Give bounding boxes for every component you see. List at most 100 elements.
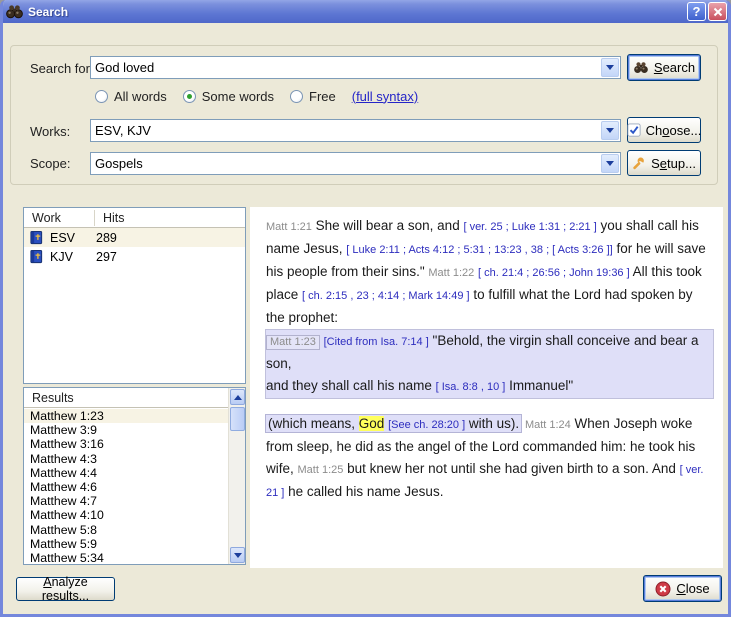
radio-icon: [183, 90, 196, 103]
search-button-label: Search: [654, 60, 695, 75]
list-item[interactable]: Matthew 4:4: [24, 466, 228, 480]
results-header-label: Results: [24, 391, 74, 405]
work-cell: KJV: [50, 250, 95, 264]
list-item[interactable]: Matthew 1:23: [24, 409, 228, 423]
cross-reference[interactable]: [ ch. 2:15 , 23 ; 4:14 ; Mark 14:49 ]: [302, 290, 470, 302]
verse-number: Matt 1:22: [428, 267, 474, 279]
search-input-value: God loved: [91, 60, 601, 75]
choose-button-label: Choose...: [646, 123, 702, 138]
close-icon: [713, 7, 723, 17]
book-icon: [29, 249, 44, 264]
verse-number: Matt 1:21: [266, 221, 312, 233]
verse-text: (which means,: [268, 416, 359, 431]
window-close-button[interactable]: [708, 2, 727, 21]
verse-text: She will bear a son, and: [312, 218, 464, 233]
list-item[interactable]: Matthew 4:3: [24, 452, 228, 466]
chevron-down-icon: [234, 553, 242, 558]
book-icon: [29, 230, 44, 245]
table-row[interactable]: KJV297: [24, 247, 245, 266]
hits-table-header[interactable]: Work Hits: [24, 208, 245, 228]
titlebar[interactable]: Search ?: [0, 0, 731, 23]
cross-reference[interactable]: [See ch. 28:20 ]: [388, 419, 465, 431]
chevron-down-icon: [606, 128, 614, 133]
list-item[interactable]: Matthew 5:34: [24, 551, 228, 564]
search-for-label: Search for:: [30, 61, 94, 76]
verse-text: he called his name Jesus.: [284, 484, 443, 499]
column-header-hits[interactable]: Hits: [95, 211, 125, 225]
cross-reference[interactable]: [ ver. 25 ; Luke 1:31 ; 2:21 ]: [463, 221, 596, 233]
binoculars-icon: [633, 61, 649, 74]
binoculars-icon: [6, 4, 23, 19]
radio-label: All words: [114, 89, 167, 104]
text-panel[interactable]: Matt 1:21 She will bear a son, and [ ver…: [250, 207, 723, 568]
verse-number: Matt 1:24: [525, 419, 571, 431]
analyze-results-button[interactable]: Analyze results...: [16, 577, 115, 601]
hits-table: Work Hits ESV289 KJV297: [23, 207, 246, 384]
results-scrollbar[interactable]: [228, 388, 245, 564]
chevron-up-icon: [234, 395, 242, 400]
wrench-icon: [632, 156, 646, 170]
search-button[interactable]: Search: [627, 54, 701, 81]
help-icon: ?: [693, 4, 701, 19]
scope-select[interactable]: Gospels: [90, 152, 621, 175]
radio-icon: [95, 90, 108, 103]
list-item[interactable]: Matthew 4:10: [24, 508, 228, 522]
hits-cell: 297: [95, 250, 117, 264]
radio-label: Free: [309, 89, 336, 104]
radio-free[interactable]: Free: [290, 89, 336, 104]
verse-text: Immanuel": [505, 378, 573, 393]
list-item[interactable]: Matthew 3:9: [24, 423, 228, 437]
scope-label: Scope:: [30, 156, 70, 171]
list-item[interactable]: Matthew 4:6: [24, 480, 228, 494]
help-button[interactable]: ?: [687, 2, 706, 21]
verse-text: and they shall call his name: [266, 378, 436, 393]
verse-number: Matt 1:23: [266, 335, 320, 350]
works-label: Works:: [30, 124, 70, 139]
radio-some-words[interactable]: Some words: [183, 89, 274, 104]
full-syntax-link[interactable]: (full syntax): [352, 89, 418, 104]
cross-reference[interactable]: [Cited from Isa. 7:14 ]: [324, 336, 429, 348]
works-dropdown-button[interactable]: [601, 121, 619, 140]
verse-paragraph: (which means, God [See ch. 28:20 ] with …: [266, 413, 713, 504]
list-item[interactable]: Matthew 5:8: [24, 523, 228, 537]
search-hit: God: [359, 416, 385, 431]
selected-phrase: (which means, God [See ch. 28:20 ] with …: [266, 415, 521, 432]
setup-button[interactable]: Setup...: [627, 150, 701, 176]
window-title: Search: [28, 5, 685, 19]
scope-select-value: Gospels: [91, 156, 601, 171]
column-header-work[interactable]: Work: [24, 210, 95, 226]
verse-paragraph: Matt 1:23 [Cited from Isa. 7:14 ] "Behol…: [266, 330, 713, 398]
scroll-down-button[interactable]: [230, 547, 245, 563]
scope-dropdown-button[interactable]: [601, 154, 619, 173]
cross-reference[interactable]: [ ch. 21:4 ; 26:56 ; John 19:36 ]: [478, 267, 630, 279]
chevron-down-icon: [606, 161, 614, 166]
list-item[interactable]: Matthew 5:9: [24, 537, 228, 551]
scroll-up-button[interactable]: [230, 389, 245, 405]
analyze-results-label: Analyze results...: [23, 575, 108, 603]
list-item[interactable]: Matthew 4:7: [24, 494, 228, 508]
chevron-down-icon: [606, 65, 614, 70]
radio-label: Some words: [202, 89, 274, 104]
cross-reference[interactable]: [ Isa. 8:8 , 10 ]: [436, 381, 506, 393]
checkmark-icon: [627, 123, 641, 137]
choose-button[interactable]: Choose...: [627, 117, 701, 143]
hits-table-body: ESV289 KJV297: [24, 228, 245, 266]
results-header: Results: [24, 388, 230, 408]
cross-reference[interactable]: [ Luke 2:11 ; Acts 4:12 ; 5:31 ; 13:23 ,…: [346, 244, 612, 256]
results-list: Matthew 1:23Matthew 3:9Matthew 3:16Matth…: [24, 409, 228, 564]
scrollbar-thumb[interactable]: [230, 407, 245, 431]
list-item[interactable]: Matthew 3:16: [24, 437, 228, 451]
search-dropdown-button[interactable]: [601, 58, 619, 77]
table-row[interactable]: ESV289: [24, 228, 245, 247]
works-select[interactable]: ESV, KJV: [90, 119, 621, 142]
radio-all-words[interactable]: All words: [95, 89, 167, 104]
verse-paragraph: Matt 1:21 She will bear a son, and [ ver…: [266, 215, 713, 329]
search-input[interactable]: God loved: [90, 56, 621, 79]
works-select-value: ESV, KJV: [91, 123, 601, 138]
verse-text: with us).: [465, 416, 519, 431]
verse-text: but knew her not until she had given bir…: [343, 461, 679, 476]
setup-button-label: Setup...: [651, 156, 696, 171]
close-button[interactable]: Close: [643, 575, 722, 602]
close-circle-icon: [655, 581, 671, 597]
close-button-label: Close: [676, 581, 709, 596]
